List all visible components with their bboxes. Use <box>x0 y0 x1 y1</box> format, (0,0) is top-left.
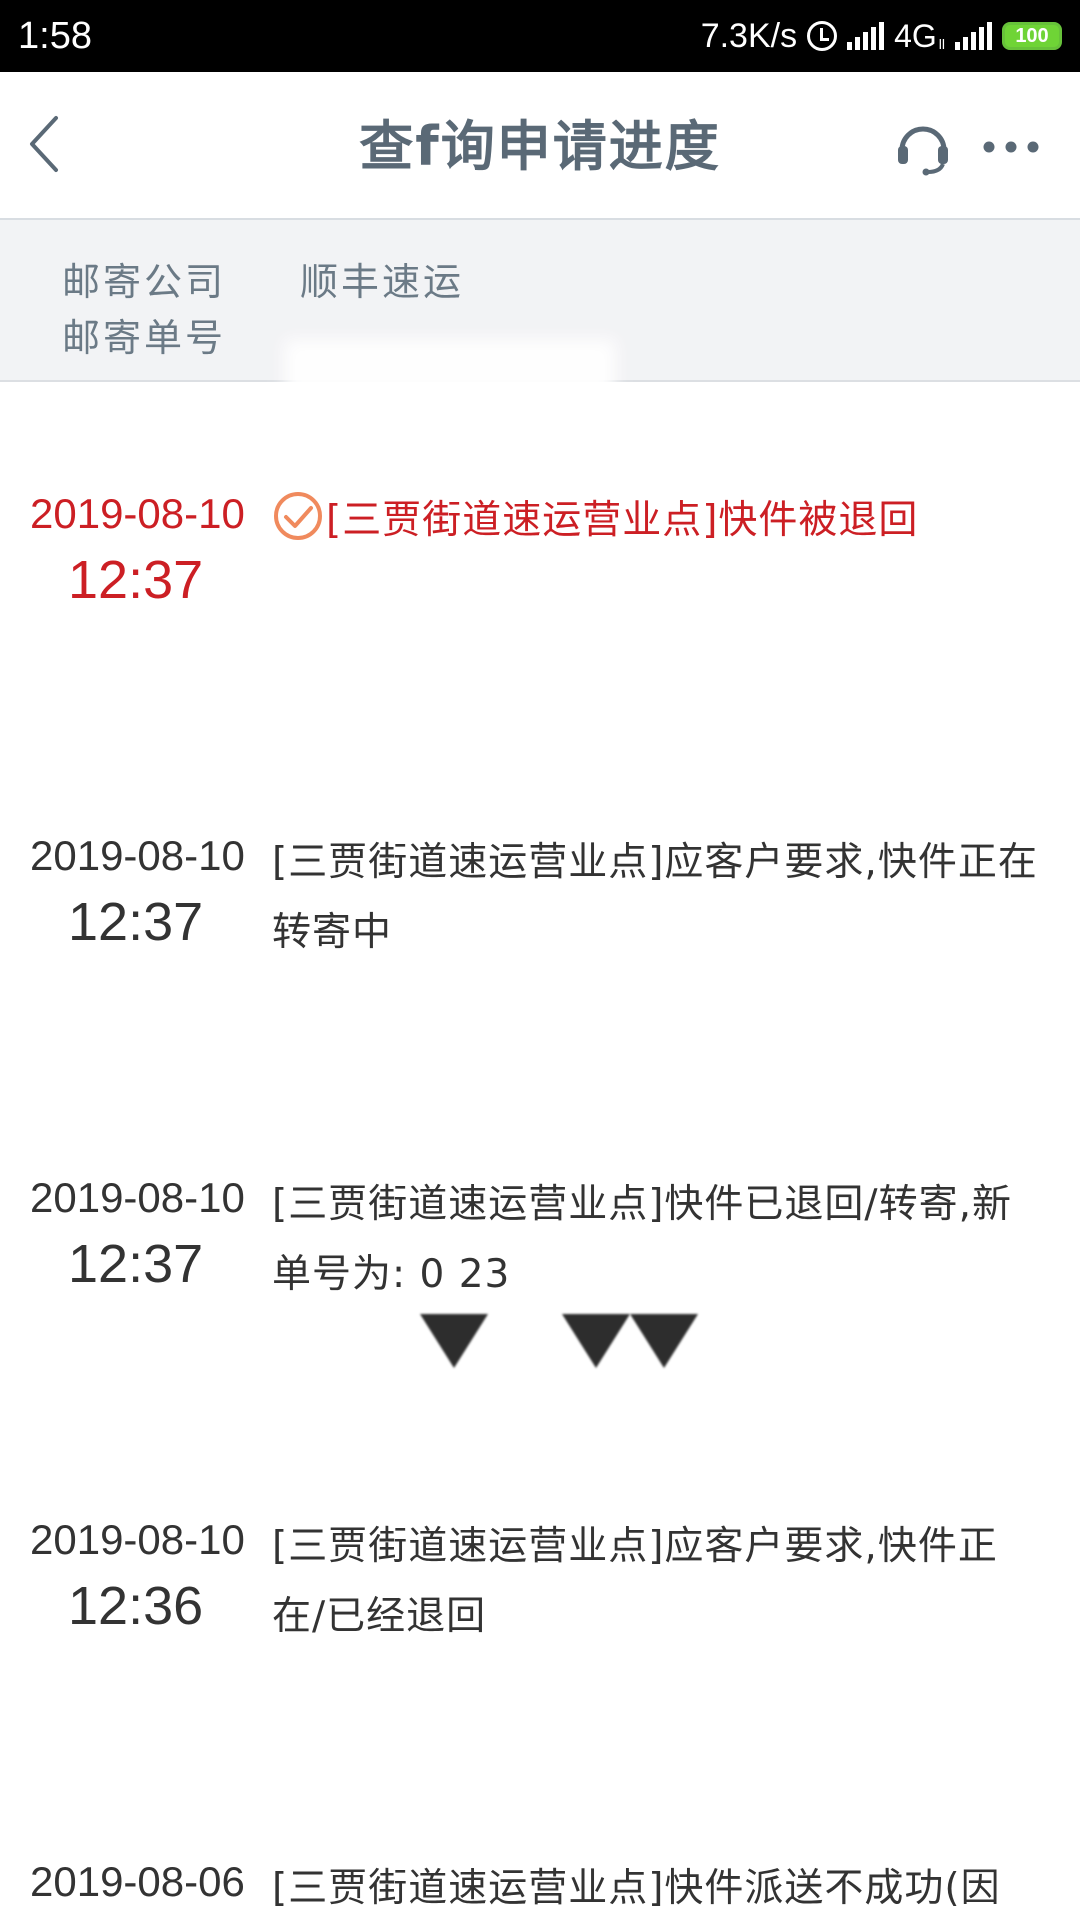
more-button[interactable] <box>980 134 1042 160</box>
timeline-date: 2019-08-10 <box>30 832 245 879</box>
shipping-number-label: 邮寄单号 <box>62 316 227 360</box>
redaction-mark <box>420 1314 488 1368</box>
status-time: 1:58 <box>18 15 92 57</box>
headset-icon <box>898 126 948 176</box>
customer-service-button[interactable] <box>892 116 954 178</box>
timeline-time: 12:36 <box>68 1576 204 1636</box>
shipping-company-value: 顺丰速运 <box>300 260 465 304</box>
timeline-time: 12:37 <box>68 1234 204 1294</box>
redaction-mark <box>630 1314 698 1368</box>
timeline-date: 2019-08-10 <box>30 1174 245 1221</box>
network-type: 4G <box>894 17 937 54</box>
shipping-company-label: 邮寄公司 <box>62 260 227 304</box>
timeline-text: [三贾街道速运营业点]快件已退回/转寄,新单号为: 0 23 <box>272 1182 1012 1297</box>
shipping-company-row: 邮寄公司 顺丰速运 <box>62 254 464 310</box>
net-speed: 7.3K/s <box>700 16 798 55</box>
battery-icon: 100 <box>1002 22 1062 50</box>
check-circle-icon <box>274 492 322 540</box>
signal-icon-2 <box>955 22 992 50</box>
shipping-number-row: 邮寄单号 <box>62 310 300 366</box>
alarm-icon <box>807 21 838 51</box>
timeline-date: 2019-08-06 <box>30 1858 245 1905</box>
redaction-mark <box>285 340 615 440</box>
nav-bar: 查f询申请进度 <box>0 72 1080 220</box>
redaction-mark <box>562 1314 630 1368</box>
timeline-date: 2019-08-10 <box>30 1516 245 1563</box>
timeline-time: 12:37 <box>68 550 204 610</box>
timeline-text: [三贾街道速运营业点]快件派送不成功(因 <box>272 1866 1001 1911</box>
timeline-time: 12:37 <box>68 892 204 952</box>
timeline-text: [三贾街道速运营业点]应客户要求,快件正在转寄中 <box>272 840 1038 955</box>
timeline-date: 2019-08-10 <box>30 490 245 537</box>
network-sub: ll <box>938 36 945 52</box>
timeline-text: [三贾街道速运营业点]快件被退回 <box>326 498 919 543</box>
signal-icon <box>847 22 885 50</box>
status-icons: 7.3K/s 4G ll 100 <box>701 14 1062 58</box>
timeline-text: [三贾街道速运营业点]应客户要求,快件正在/已经退回 <box>272 1524 998 1639</box>
status-bar: 1:58 7.3K/s 4G ll 100 <box>0 0 1080 72</box>
more-icon <box>983 141 1039 153</box>
